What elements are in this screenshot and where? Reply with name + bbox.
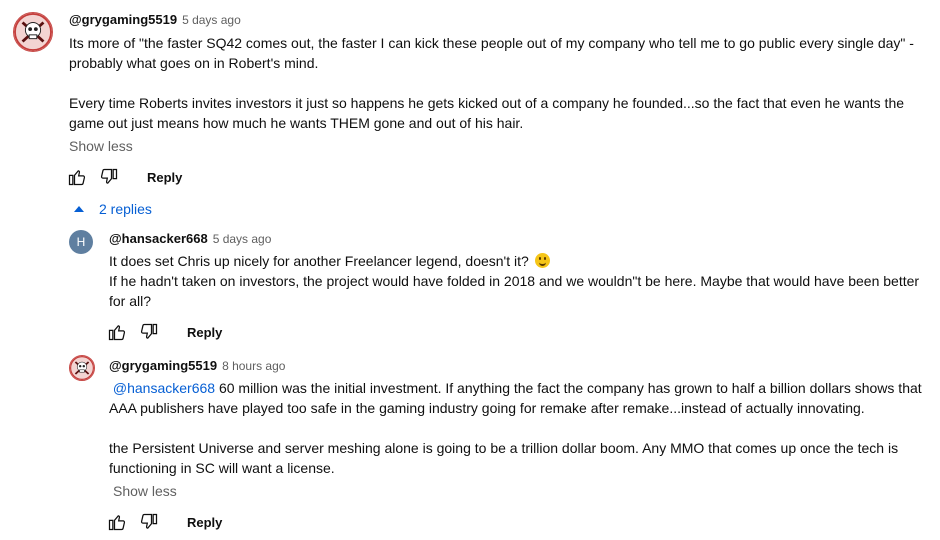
- smiling-face-emoji: [534, 253, 550, 268]
- timestamp[interactable]: 8 hours ago: [222, 359, 285, 373]
- dislike-icon[interactable]: [97, 165, 121, 189]
- dislike-icon[interactable]: [137, 510, 161, 534]
- show-less-button[interactable]: Show less: [113, 483, 177, 499]
- reply-body: @hansacker668 60 million was the initial…: [109, 378, 934, 478]
- comment-body: Its more of "the faster SQ42 comes out, …: [69, 33, 929, 133]
- comment-header: @grygaming5519 5 days ago: [69, 11, 241, 29]
- skull-icon: [70, 356, 94, 380]
- reply-header: @hansacker668 5 days ago: [109, 230, 271, 248]
- replies-toggle[interactable]: 2 replies: [74, 201, 152, 217]
- reply-header: @grygaming5519 8 hours ago: [109, 357, 285, 375]
- avatar[interactable]: [13, 12, 53, 52]
- comment-paragraph: Every time Roberts invites investors it …: [69, 95, 905, 131]
- mention-link[interactable]: @hansacker668: [113, 380, 215, 396]
- avatar[interactable]: H: [69, 230, 93, 254]
- like-icon[interactable]: [105, 510, 129, 534]
- reply-button[interactable]: Reply: [187, 515, 222, 530]
- reply-actions: Reply: [105, 320, 222, 344]
- reply-text: If he hadn't taken on investors, the pro…: [109, 273, 920, 309]
- author-handle[interactable]: @grygaming5519: [109, 358, 217, 373]
- reply-actions: Reply: [105, 510, 222, 534]
- reply-text: the Persistent Universe and server meshi…: [109, 440, 899, 476]
- author-handle[interactable]: @grygaming5519: [69, 12, 177, 27]
- comment-actions: Reply: [65, 165, 182, 189]
- like-icon[interactable]: [105, 320, 129, 344]
- chevron-up-icon: [74, 206, 84, 212]
- timestamp[interactable]: 5 days ago: [213, 232, 272, 246]
- skull-icon: [14, 13, 52, 51]
- reply-body: It does set Chris up nicely for another …: [109, 251, 924, 311]
- show-less-button[interactable]: Show less: [69, 138, 133, 154]
- dislike-icon[interactable]: [137, 320, 161, 344]
- reply-button[interactable]: Reply: [147, 170, 182, 185]
- reply-text: It does set Chris up nicely for another …: [109, 253, 529, 269]
- author-handle[interactable]: @hansacker668: [109, 231, 208, 246]
- timestamp[interactable]: 5 days ago: [182, 13, 241, 27]
- avatar[interactable]: [69, 355, 95, 381]
- replies-count: 2 replies: [99, 201, 152, 217]
- reply-text: 60 million was the initial investment. I…: [109, 380, 922, 416]
- reply-button[interactable]: Reply: [187, 325, 222, 340]
- comment-paragraph: Its more of "the faster SQ42 comes out, …: [69, 35, 914, 71]
- like-icon[interactable]: [65, 165, 89, 189]
